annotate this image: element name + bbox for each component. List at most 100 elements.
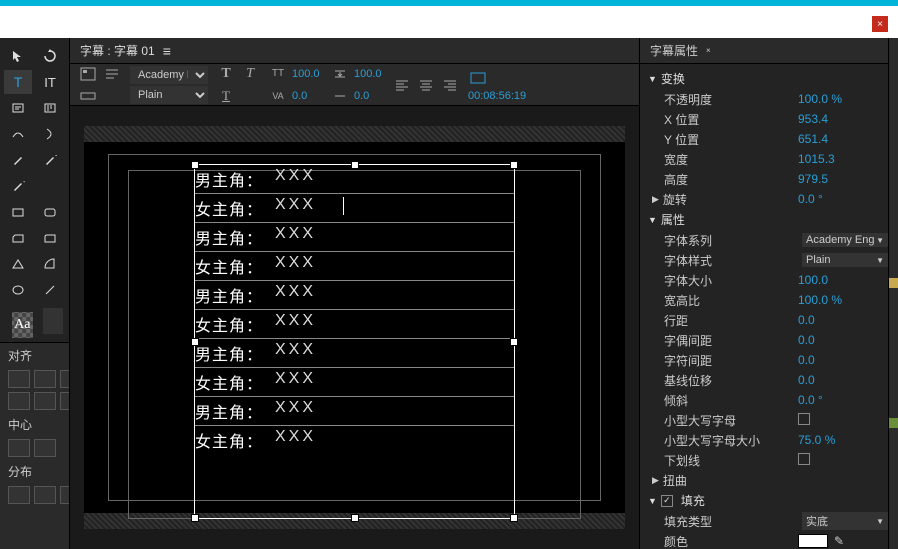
delete-anchor-tool[interactable]: - xyxy=(4,174,32,198)
aspect-prop-value[interactable]: 100.0 % xyxy=(798,293,888,307)
tab-icon[interactable] xyxy=(468,68,488,88)
add-anchor-tool[interactable]: + xyxy=(36,148,64,172)
handle-tc[interactable] xyxy=(351,161,359,169)
handle-br[interactable] xyxy=(510,514,518,522)
credit-line[interactable]: 男主角：XXX xyxy=(195,339,514,368)
credit-line[interactable]: 女主角：XXX xyxy=(195,310,514,339)
credit-line[interactable]: 女主角：XXX xyxy=(195,426,514,454)
fontfam-combo[interactable]: Academy Eng▼ xyxy=(802,233,888,247)
width-value[interactable]: 1015.3 xyxy=(798,152,888,166)
align-hcenter[interactable] xyxy=(34,370,56,388)
selection-tool[interactable] xyxy=(4,44,32,68)
dist-3[interactable] xyxy=(60,486,69,504)
leading-value[interactable]: 0.0 xyxy=(354,90,384,102)
line-tool[interactable] xyxy=(36,278,64,302)
fontsize-value[interactable]: 100.0 xyxy=(798,273,888,287)
credit-line[interactable]: 男主角：XXX xyxy=(195,397,514,426)
clipped-rect-tool[interactable] xyxy=(4,226,32,250)
xpos-value[interactable]: 953.4 xyxy=(798,112,888,126)
templates-icon[interactable] xyxy=(78,64,98,84)
handle-mr[interactable] xyxy=(510,338,518,346)
dist-2[interactable] xyxy=(34,486,56,504)
align-right-icon[interactable] xyxy=(440,75,460,95)
align-center-icon[interactable] xyxy=(416,75,436,95)
props-close-icon[interactable]: × xyxy=(706,46,711,55)
font-size-value[interactable]: 100.0 xyxy=(292,68,322,80)
font-family-select[interactable]: Academy E xyxy=(130,66,208,84)
ellipse-tool[interactable] xyxy=(4,278,32,302)
handle-tr[interactable] xyxy=(510,161,518,169)
center-h[interactable] xyxy=(8,439,30,457)
title-panel-tab[interactable]: 字幕 : 字幕 01 ≡ xyxy=(70,38,639,64)
leading-prop-value[interactable]: 0.0 xyxy=(798,313,888,327)
credit-line[interactable]: 女主角：XXX xyxy=(195,252,514,281)
handle-bc[interactable] xyxy=(351,514,359,522)
bold-icon[interactable]: T xyxy=(216,64,236,84)
kerning-prop-value[interactable]: 0.0 xyxy=(798,333,888,347)
aspect-value[interactable]: 100.0 xyxy=(354,68,384,80)
credit-line[interactable]: 男主角：XXX xyxy=(195,223,514,252)
italic-icon[interactable]: T xyxy=(240,64,260,84)
smallcapssize-value[interactable]: 75.0 % xyxy=(798,433,888,447)
panel-menu-icon[interactable]: ≡ xyxy=(163,43,171,59)
pen-tool[interactable] xyxy=(4,148,32,172)
handle-tl[interactable] xyxy=(191,161,199,169)
align-left-icon[interactable] xyxy=(392,75,412,95)
path-type-tool[interactable] xyxy=(4,122,32,146)
tracking-value[interactable]: 0.0 xyxy=(798,353,888,367)
rounded-rect-tool[interactable] xyxy=(36,200,64,224)
credit-line[interactable]: 女主角：XXX xyxy=(195,194,514,223)
align-left[interactable] xyxy=(8,370,30,388)
smallcaps-checkbox[interactable] xyxy=(798,413,810,425)
rotation-value[interactable]: 0.0 ° xyxy=(798,192,888,206)
align-bottom[interactable] xyxy=(60,392,69,410)
text-block[interactable]: 男主角：XXX女主角：XXX男主角：XXX女主角：XXX男主角：XXX女主角：X… xyxy=(194,164,515,519)
title-canvas[interactable]: 男主角：XXX女主角：XXX男主角：XXX女主角：XXX男主角：XXX女主角：X… xyxy=(84,126,625,529)
type-tool[interactable]: T xyxy=(4,70,32,94)
rounded-corner-tool[interactable] xyxy=(36,226,64,250)
credit-line[interactable]: 男主角：XXX xyxy=(195,281,514,310)
section-properties[interactable]: ▼属性 xyxy=(640,209,888,230)
vertical-path-type-tool[interactable] xyxy=(36,122,64,146)
credit-line[interactable]: 女主角：XXX xyxy=(195,368,514,397)
rectangle-tool[interactable] xyxy=(4,200,32,224)
roll-crawl-icon[interactable] xyxy=(102,64,122,84)
properties-tab[interactable]: 字幕属性 × xyxy=(640,38,888,64)
align-vcenter[interactable] xyxy=(34,392,56,410)
vertical-area-type-tool[interactable] xyxy=(36,96,64,120)
fill-enable-checkbox[interactable]: ✓ xyxy=(661,495,673,507)
credit-line[interactable]: 男主角：XXX xyxy=(195,165,514,194)
handle-bl[interactable] xyxy=(191,514,199,522)
close-button[interactable]: × xyxy=(872,16,888,32)
baseline-value[interactable]: 0.0 xyxy=(798,373,888,387)
filltype-combo[interactable]: 实底▼ xyxy=(802,512,888,530)
rotate-tool[interactable] xyxy=(36,44,64,68)
slant-value[interactable]: 0.0 ° xyxy=(798,393,888,407)
vertical-type-tool[interactable]: IT xyxy=(36,70,64,94)
arc-tool[interactable] xyxy=(36,252,64,276)
distort-label[interactable]: 扭曲 xyxy=(663,472,888,489)
wedge-tool[interactable] xyxy=(4,252,32,276)
color-swatch[interactable] xyxy=(798,534,828,548)
handle-ml[interactable] xyxy=(191,338,199,346)
style-sample-2[interactable] xyxy=(43,308,64,334)
area-type-tool[interactable] xyxy=(4,96,32,120)
align-right[interactable] xyxy=(60,370,69,388)
eyedropper-icon[interactable]: ✎ xyxy=(834,534,848,548)
style-sample[interactable]: Aa xyxy=(12,312,33,338)
section-fill[interactable]: ▼✓填充 xyxy=(640,490,888,511)
dist-1[interactable] xyxy=(8,486,30,504)
convert-anchor-tool[interactable] xyxy=(36,174,64,198)
section-transform[interactable]: ▼变换 xyxy=(640,68,888,89)
tab-stops-icon[interactable] xyxy=(78,86,98,106)
align-top[interactable] xyxy=(8,392,30,410)
fontstyle-combo[interactable]: Plain▼ xyxy=(802,253,888,267)
ypos-value[interactable]: 651.4 xyxy=(798,132,888,146)
underline-checkbox[interactable] xyxy=(798,453,810,465)
opacity-value[interactable]: 100.0 % xyxy=(798,92,888,106)
kerning-value[interactable]: 0.0 xyxy=(292,90,322,102)
center-v[interactable] xyxy=(34,439,56,457)
underline-icon[interactable]: T xyxy=(216,86,236,106)
font-style-select[interactable]: Plain xyxy=(130,86,208,104)
height-value[interactable]: 979.5 xyxy=(798,172,888,186)
